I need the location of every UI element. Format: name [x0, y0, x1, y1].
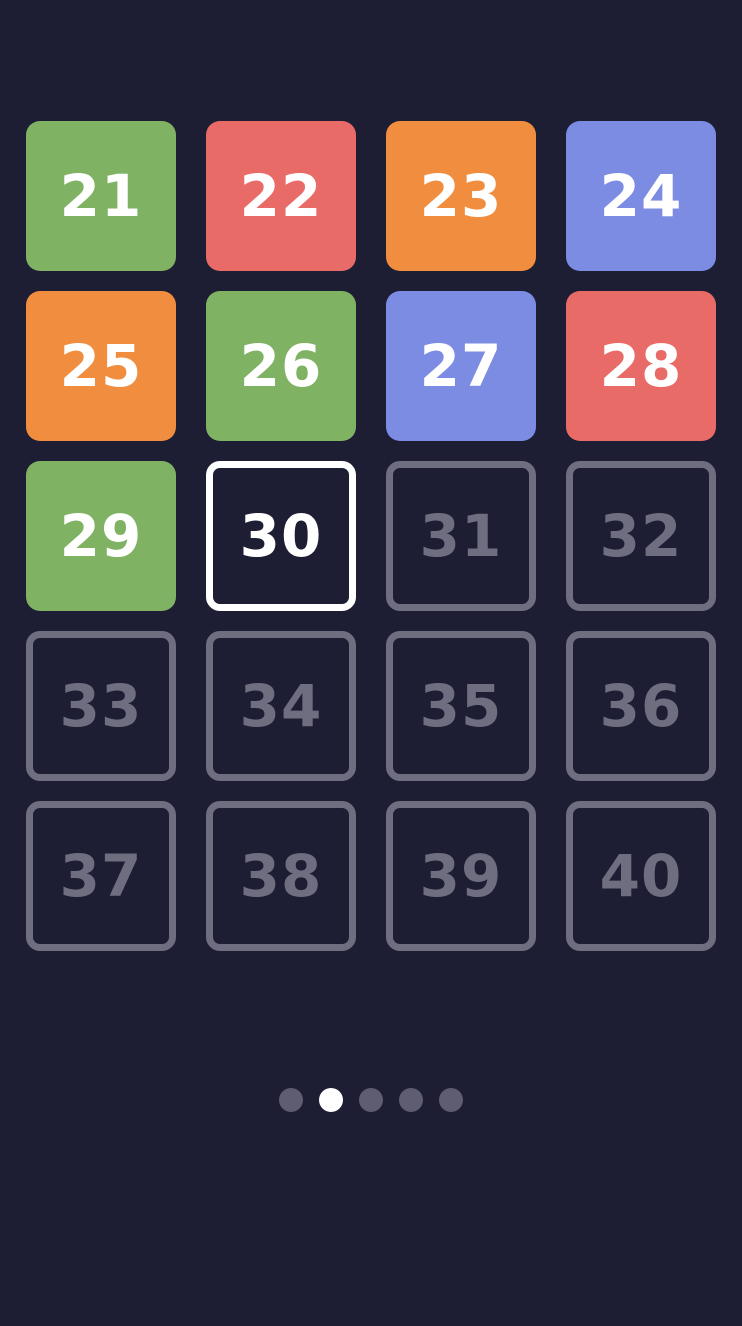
- level-tile-31[interactable]: 31: [386, 461, 536, 611]
- level-tile-35[interactable]: 35: [386, 631, 536, 781]
- level-tile-26[interactable]: 26: [206, 291, 356, 441]
- level-tile-23[interactable]: 23: [386, 121, 536, 271]
- level-tile-27[interactable]: 27: [386, 291, 536, 441]
- page-dot-5[interactable]: [439, 1088, 463, 1112]
- level-tile-34[interactable]: 34: [206, 631, 356, 781]
- level-tile-28[interactable]: 28: [566, 291, 716, 441]
- page-indicator: [0, 1088, 742, 1112]
- level-tile-39[interactable]: 39: [386, 801, 536, 951]
- level-tile-40[interactable]: 40: [566, 801, 716, 951]
- level-tile-36[interactable]: 36: [566, 631, 716, 781]
- level-tile-38[interactable]: 38: [206, 801, 356, 951]
- page-dot-3[interactable]: [359, 1088, 383, 1112]
- level-tile-25[interactable]: 25: [26, 291, 176, 441]
- page-dot-2[interactable]: [319, 1088, 343, 1112]
- level-tile-29[interactable]: 29: [26, 461, 176, 611]
- level-tile-24[interactable]: 24: [566, 121, 716, 271]
- level-tile-37[interactable]: 37: [26, 801, 176, 951]
- level-tile-21[interactable]: 21: [26, 121, 176, 271]
- level-tile-30[interactable]: 30: [206, 461, 356, 611]
- level-tile-33[interactable]: 33: [26, 631, 176, 781]
- page-dot-1[interactable]: [279, 1088, 303, 1112]
- level-grid: 21 22 23 24 25 26 27 28 29 30 31 32 33 3…: [26, 121, 716, 951]
- page-dot-4[interactable]: [399, 1088, 423, 1112]
- level-tile-22[interactable]: 22: [206, 121, 356, 271]
- level-tile-32[interactable]: 32: [566, 461, 716, 611]
